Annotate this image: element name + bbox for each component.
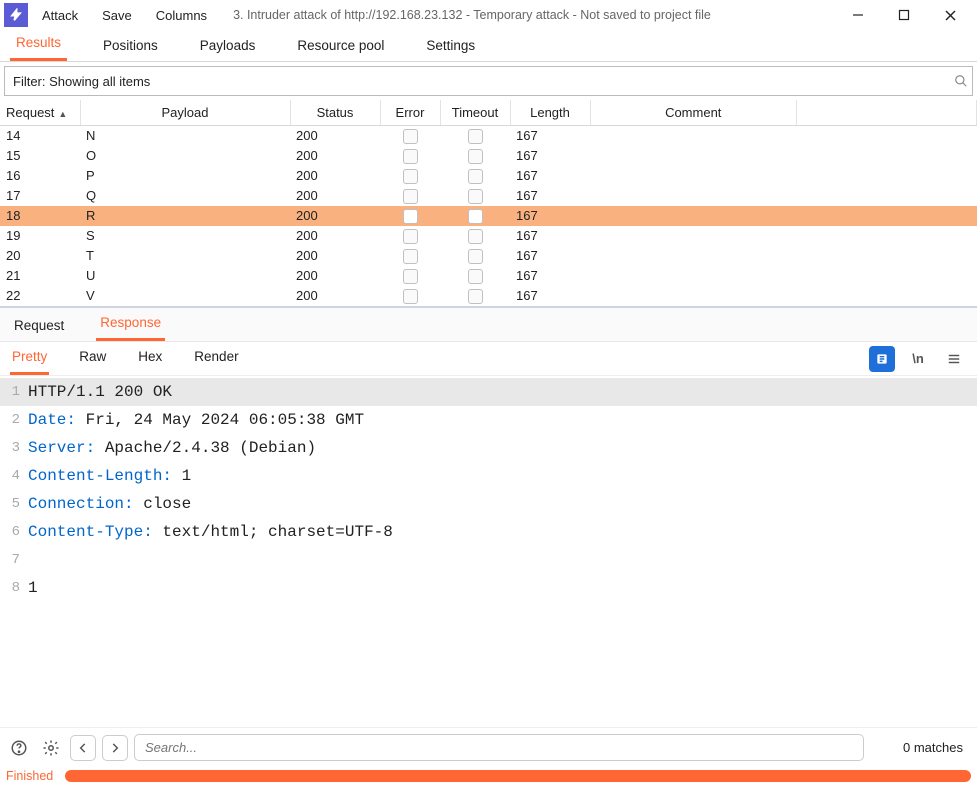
titlebar: Attack Save Columns 3. Intruder attack o… xyxy=(0,0,977,30)
table-row[interactable]: 19S200167 xyxy=(0,226,977,246)
table-row[interactable]: 22V200167 xyxy=(0,286,977,306)
tab-results[interactable]: Results xyxy=(10,29,67,61)
rr-tabbar: Request Response xyxy=(0,308,977,342)
timeout-checkbox[interactable] xyxy=(468,129,483,144)
table-row[interactable]: 20T200167 xyxy=(0,246,977,266)
close-button[interactable] xyxy=(927,0,973,30)
error-checkbox[interactable] xyxy=(403,189,418,204)
main-tabbar: Results Positions Payloads Resource pool… xyxy=(0,30,977,62)
minimize-button[interactable] xyxy=(835,0,881,30)
table-row[interactable]: 15O200167 xyxy=(0,146,977,166)
table-row[interactable]: 17Q200167 xyxy=(0,186,977,206)
table-row[interactable]: 16P200167 xyxy=(0,166,977,186)
filter-text: Filter: Showing all items xyxy=(5,74,950,89)
view-tab-pretty[interactable]: Pretty xyxy=(10,342,49,375)
search-input[interactable] xyxy=(134,734,864,761)
results-table-wrap: Request▲ Payload Status Error Timeout Le… xyxy=(0,100,977,308)
results-table[interactable]: Request▲ Payload Status Error Timeout Le… xyxy=(0,100,977,308)
timeout-checkbox[interactable] xyxy=(468,189,483,204)
sort-asc-icon: ▲ xyxy=(58,109,67,119)
col-request[interactable]: Request▲ xyxy=(0,100,80,126)
timeout-checkbox[interactable] xyxy=(468,169,483,184)
next-match-button[interactable] xyxy=(102,735,128,761)
view-tab-render[interactable]: Render xyxy=(192,342,240,375)
col-timeout[interactable]: Timeout xyxy=(440,100,510,126)
tab-positions[interactable]: Positions xyxy=(97,32,164,61)
tab-resource-pool[interactable]: Resource pool xyxy=(291,32,390,61)
timeout-checkbox[interactable] xyxy=(468,149,483,164)
newline-toggle[interactable]: \n xyxy=(905,346,931,372)
app-icon xyxy=(4,3,28,27)
tab-settings[interactable]: Settings xyxy=(420,32,481,61)
error-checkbox[interactable] xyxy=(403,269,418,284)
timeout-checkbox[interactable] xyxy=(468,289,483,304)
editor-line: 2Date: Fri, 24 May 2024 06:05:38 GMT xyxy=(0,406,977,434)
window-title: 3. Intruder attack of http://192.168.23.… xyxy=(233,8,711,22)
tab-payloads[interactable]: Payloads xyxy=(194,32,262,61)
error-checkbox[interactable] xyxy=(403,209,418,224)
error-checkbox[interactable] xyxy=(403,149,418,164)
timeout-checkbox[interactable] xyxy=(468,269,483,284)
tab-request[interactable]: Request xyxy=(10,311,68,341)
match-count: 0 matches xyxy=(903,740,963,755)
error-checkbox[interactable] xyxy=(403,129,418,144)
hamburger-icon[interactable] xyxy=(941,346,967,372)
search-icon xyxy=(950,74,972,88)
menu-save[interactable]: Save xyxy=(92,4,142,27)
inspector-icon[interactable] xyxy=(869,346,895,372)
timeout-checkbox[interactable] xyxy=(468,249,483,264)
menu-attack[interactable]: Attack xyxy=(32,4,88,27)
prev-match-button[interactable] xyxy=(70,735,96,761)
col-status[interactable]: Status xyxy=(290,100,380,126)
help-icon[interactable] xyxy=(6,735,32,761)
timeout-checkbox[interactable] xyxy=(468,209,483,224)
editor-line: 7 xyxy=(0,546,977,574)
status-label: Finished xyxy=(6,769,53,783)
gear-icon[interactable] xyxy=(38,735,64,761)
progress-bar xyxy=(65,770,971,782)
view-tab-raw[interactable]: Raw xyxy=(77,342,108,375)
col-comment[interactable]: Comment xyxy=(590,100,797,126)
table-row[interactable]: 21U200167 xyxy=(0,266,977,286)
editor-line: 5Connection: close xyxy=(0,490,977,518)
table-row[interactable]: 18R200167 xyxy=(0,206,977,226)
editor-line: 1HTTP/1.1 200 OK xyxy=(0,378,977,406)
view-row: Pretty Raw Hex Render \n xyxy=(0,342,977,376)
view-tab-hex[interactable]: Hex xyxy=(136,342,164,375)
filter-bar[interactable]: Filter: Showing all items xyxy=(4,66,973,96)
error-checkbox[interactable] xyxy=(403,249,418,264)
col-spacer xyxy=(797,100,977,126)
editor-line: 3Server: Apache/2.4.38 (Debian) xyxy=(0,434,977,462)
tab-response[interactable]: Response xyxy=(96,308,165,341)
menu-columns[interactable]: Columns xyxy=(146,4,217,27)
error-checkbox[interactable] xyxy=(403,169,418,184)
col-payload[interactable]: Payload xyxy=(80,100,290,126)
timeout-checkbox[interactable] xyxy=(468,229,483,244)
maximize-button[interactable] xyxy=(881,0,927,30)
editor-line: 6Content-Type: text/html; charset=UTF-8 xyxy=(0,518,977,546)
col-length[interactable]: Length xyxy=(510,100,590,126)
editor-line: 81 xyxy=(0,574,977,602)
error-checkbox[interactable] xyxy=(403,229,418,244)
table-row[interactable]: 14N200167 xyxy=(0,126,977,146)
status-bar: Finished xyxy=(0,767,977,785)
search-bar: 0 matches xyxy=(0,727,977,767)
col-error[interactable]: Error xyxy=(380,100,440,126)
editor-line: 4Content-Length: 1 xyxy=(0,462,977,490)
response-editor[interactable]: 1HTTP/1.1 200 OK2Date: Fri, 24 May 2024 … xyxy=(0,376,977,727)
error-checkbox[interactable] xyxy=(403,289,418,304)
